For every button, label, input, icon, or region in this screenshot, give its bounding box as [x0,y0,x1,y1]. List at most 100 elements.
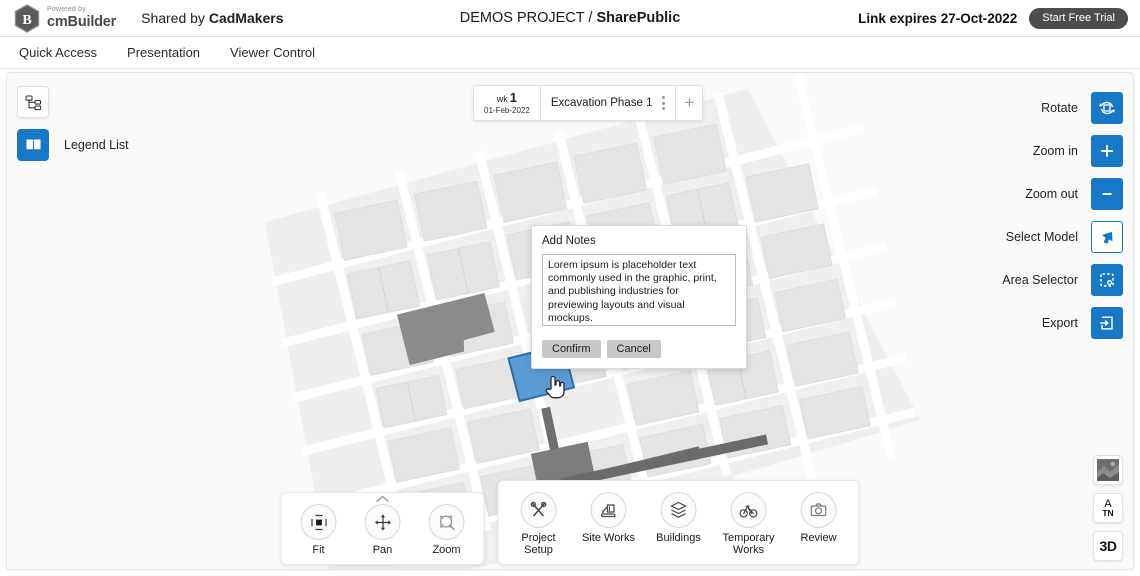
tool-temporary-works[interactable]: Temporary Works [722,492,776,556]
vertical-dots-icon[interactable] [660,94,667,112]
link-expiry-label: Link expires 27-Oct-2022 [858,11,1017,26]
left-rail-item-legend[interactable]: Legend List [17,129,237,161]
fit-screen-icon [309,513,328,532]
minus-icon [1099,186,1115,202]
project-setup-button[interactable] [521,492,557,528]
minimap-button[interactable] [1093,455,1123,485]
right-rail-label-rotate: Rotate [1041,101,1078,115]
rotate-button[interactable] [1091,92,1123,124]
tool-pan[interactable]: Pan [359,504,407,556]
camera-review-icon [809,500,829,520]
week-line: wk1 [497,91,517,105]
cancel-button[interactable]: Cancel [607,340,661,358]
select-model-button[interactable] [1091,221,1123,253]
right-rail-label-export: Export [1042,316,1078,330]
hierarchy-tree-icon [25,94,42,111]
site-works-button[interactable] [591,492,627,528]
pan-label: Pan [373,544,393,556]
start-free-trial-button[interactable]: Start Free Trial [1029,8,1128,29]
legend-list-button[interactable] [17,129,49,161]
brand-name: cmBuilder [47,15,116,30]
top-bar: B Powered by cmBuilder Shared by CadMake… [0,0,1140,37]
phase-tab[interactable]: Excavation Phase 1 [541,86,677,120]
right-tool-rail: Rotate Zoom in [863,92,1123,350]
view-mode-3d-button[interactable]: 3D [1093,531,1123,561]
cmbuilder-hexagon-icon: B [14,4,40,33]
right-rail-item-rotate: Rotate [863,92,1123,124]
north-arrow-icon: A TN [1102,499,1113,518]
week-number: 1 [510,90,517,105]
temporary-works-label: Temporary Works [723,532,775,556]
zoom-in-button[interactable] [1091,135,1123,167]
week-date: 01-Feb-2022 [484,106,530,115]
tool-fit[interactable]: Fit [295,504,343,556]
navigation-tool-panel: Fit Pan [281,492,485,565]
project-name: SharePublic [596,10,680,26]
export-icon [1098,314,1116,332]
excavator-icon [599,500,619,520]
fit-button[interactable] [301,504,337,540]
notes-textarea[interactable] [542,254,736,326]
tool-site-works[interactable]: Site Works [582,492,636,556]
right-rail-item-zoom-out: Zoom out [863,178,1123,210]
buildings-button[interactable] [661,492,697,528]
review-button[interactable] [801,492,837,528]
page-title: DEMOS PROJECT / SharePublic [460,10,681,26]
fit-label: Fit [312,544,324,556]
bottom-dock: Fit Pan [281,480,860,565]
right-rail-item-select-model: Select Model [863,221,1123,253]
north-arrow-button[interactable]: A TN [1093,493,1123,523]
week-label: wk [497,94,508,104]
tool-buildings[interactable]: Buildings [652,492,706,556]
area-selector-button[interactable] [1091,264,1123,296]
confirm-button[interactable]: Confirm [542,340,601,358]
shared-by-text: Shared by CadMakers [141,10,283,26]
menu-bar: Quick Access Presentation Viewer Control [0,37,1140,69]
tools-cross-icon [529,500,549,520]
bottom-right-widgets: A TN 3D [1093,455,1123,561]
menu-item-presentation[interactable]: Presentation [122,42,205,63]
crane-bike-icon [739,500,759,520]
area-select-icon [1098,271,1116,289]
tool-project-setup[interactable]: Project Setup [512,492,566,556]
tool-zoom[interactable]: Zoom [423,504,471,556]
pan-move-icon [373,513,392,532]
hierarchy-tree-button[interactable] [17,86,49,118]
zoom-out-button[interactable] [1091,178,1123,210]
right-rail-label-select-model: Select Model [1006,230,1078,244]
export-button[interactable] [1091,307,1123,339]
chevron-up-icon[interactable] [376,495,390,503]
add-notes-title: Add Notes [542,235,736,247]
phase-timeline-bar: wk1 01-Feb-2022 Excavation Phase 1 + [473,85,703,121]
menu-item-viewer-control[interactable]: Viewer Control [225,42,320,63]
right-rail-item-zoom-in: Zoom in [863,135,1123,167]
viewer-panel: Legend List wk1 01-Feb-2022 Excavation P… [6,72,1134,570]
cursor-arrow-icon [1099,229,1116,246]
review-label: Review [800,532,836,544]
zoom-box-icon [437,513,456,532]
brand-logo[interactable]: B Powered by cmBuilder [14,4,116,33]
right-rail-item-export: Export [863,307,1123,339]
svg-text:B: B [22,13,31,28]
shared-by-prefix: Shared by [141,10,209,26]
top-bar-right: Link expires 27-Oct-2022 Start Free Tria… [858,8,1128,29]
powered-by-label: Powered by [47,6,116,13]
view-mode-label: 3D [1099,538,1116,554]
right-rail-item-area-selector: Area Selector [863,264,1123,296]
menu-item-quick-access[interactable]: Quick Access [14,42,102,63]
site-works-label: Site Works [582,532,635,544]
temporary-works-button[interactable] [731,492,767,528]
left-rail-item-hierarchy[interactable] [17,86,237,118]
week-cell[interactable]: wk1 01-Feb-2022 [474,86,541,120]
tool-review[interactable]: Review [792,492,846,556]
buildings-label: Buildings [656,532,701,544]
right-rail-label-area-selector: Area Selector [1002,273,1078,287]
add-phase-button[interactable]: + [676,86,702,120]
stacked-layers-icon [669,500,689,520]
plus-icon [1099,143,1115,159]
pan-button[interactable] [365,504,401,540]
notes-actions: Confirm Cancel [542,340,736,358]
left-tool-rail: Legend List [17,86,237,172]
zoom-button[interactable] [429,504,465,540]
add-notes-popup: Add Notes Confirm Cancel [531,225,747,369]
